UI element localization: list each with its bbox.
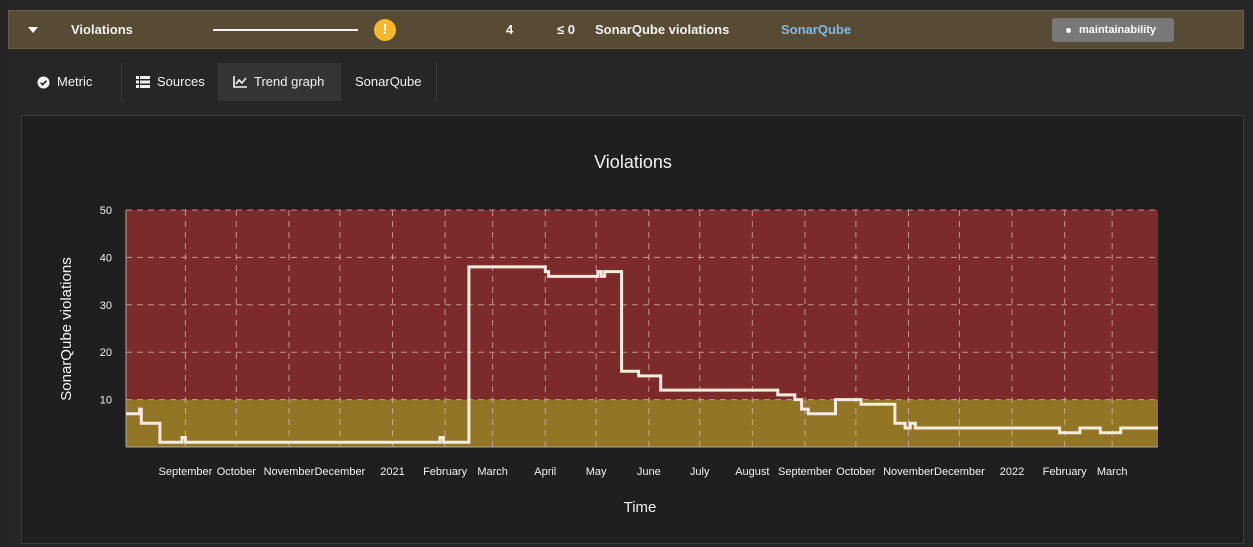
metric-name: Violations: [71, 22, 133, 37]
check-circle-icon: [36, 75, 50, 89]
list-icon: [136, 75, 150, 89]
tab-bar: Metric Sources Trend graph SonarQube: [22, 63, 1244, 101]
x-tick-label: April: [534, 466, 556, 478]
tab-trend-graph[interactable]: Trend graph: [219, 63, 341, 101]
sparkline: [213, 29, 358, 31]
y-axis-label: SonarQube violations: [58, 257, 75, 400]
line-chart-icon: [233, 75, 247, 89]
y-tick-label: 50: [100, 205, 112, 217]
x-tick-label: February: [423, 466, 468, 478]
source-link[interactable]: SonarQube: [781, 11, 851, 48]
tab-label: Sources: [157, 74, 205, 89]
x-tick-label: December: [314, 466, 365, 478]
metric-value: 4: [506, 22, 514, 37]
y-tick-label: 30: [100, 300, 112, 312]
x-tick-label: 2022: [1000, 466, 1024, 478]
warning-status-icon: !: [374, 19, 396, 41]
metric-unit: SonarQube violations: [595, 22, 730, 37]
tag-badge[interactable]: maintainability: [1052, 18, 1174, 42]
tag-dot-icon: [1066, 28, 1071, 33]
x-tick-label: March: [1097, 466, 1128, 478]
metric-row[interactable]: Violations ! 4 ≤ 0 SonarQube violations …: [8, 10, 1244, 49]
x-tick-label: February: [1043, 466, 1088, 478]
metric-target: ≤ 0: [557, 22, 575, 37]
x-tick-label: 2021: [380, 466, 404, 478]
tab-label: Metric: [57, 74, 93, 89]
caret-down-icon[interactable]: [27, 11, 39, 48]
x-axis-label: Time: [624, 499, 657, 516]
tab-sonarqube[interactable]: SonarQube: [341, 63, 437, 101]
x-tick-label: June: [637, 466, 661, 478]
tab-label: Trend graph: [254, 74, 325, 89]
x-tick-label: December: [934, 466, 985, 478]
x-tick-label: August: [735, 466, 769, 478]
tab-label: SonarQube: [355, 74, 422, 89]
x-tick-label: October: [217, 466, 256, 478]
x-tick-label: November: [883, 466, 934, 478]
trend-chart: 1020304050September October November Decemb…: [58, 152, 1158, 516]
tag-label: maintainability: [1079, 24, 1157, 36]
tab-sources[interactable]: Sources: [122, 63, 219, 101]
x-tick-label: March: [477, 466, 508, 478]
x-tick-label: May: [586, 466, 607, 478]
chart-band: [126, 399, 1158, 447]
x-tick-label: September: [778, 466, 832, 478]
chart-title: Violations: [594, 152, 672, 172]
metric-card: Violations ! 4 ≤ 0 SonarQube violations …: [8, 0, 1252, 547]
tab-metric[interactable]: Metric: [22, 63, 122, 101]
y-tick-label: 20: [100, 347, 112, 359]
x-tick-label: November: [264, 466, 315, 478]
x-tick-label: October: [836, 466, 875, 478]
trend-graph-panel: 10 20 30 40 50 September October November Decemb…: [21, 115, 1244, 544]
x-tick-label: July: [690, 466, 710, 478]
y-tick-label: 40: [100, 252, 112, 264]
y-tick-label: 10: [100, 395, 112, 407]
x-tick-label: September: [159, 466, 213, 478]
